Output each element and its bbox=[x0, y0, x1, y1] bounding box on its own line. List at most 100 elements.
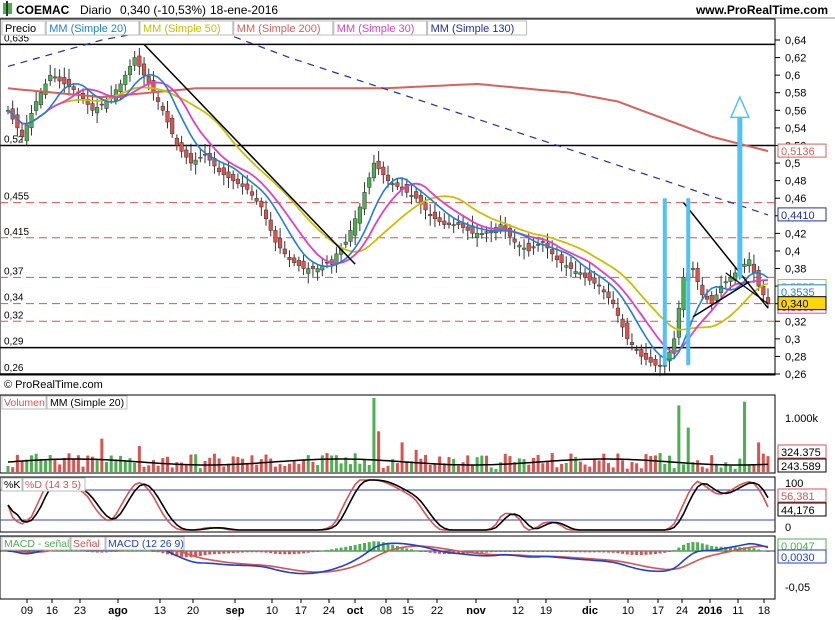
volume-bar bbox=[198, 468, 202, 472]
macd-histogram-bar bbox=[297, 551, 301, 554]
candle-body bbox=[395, 182, 400, 187]
volume-bar bbox=[212, 453, 216, 472]
candle-body bbox=[601, 289, 606, 293]
volume-bar bbox=[241, 458, 245, 472]
macd-histogram-bar bbox=[588, 551, 592, 553]
volume-bar bbox=[222, 466, 226, 472]
macd-histogram-bar bbox=[597, 551, 601, 553]
volume-bar bbox=[592, 458, 596, 472]
volume-bar bbox=[470, 465, 474, 472]
volume-bar bbox=[752, 465, 756, 472]
macd-histogram-bar bbox=[686, 542, 690, 551]
volume-bar bbox=[466, 455, 470, 472]
level-label: 0,34 bbox=[4, 293, 24, 304]
volume-bar bbox=[48, 455, 52, 472]
volume-bar bbox=[621, 460, 625, 472]
price-tick-label: 0,62 bbox=[785, 53, 806, 65]
chart-quote: 0,340 (-10,53%) bbox=[120, 3, 206, 17]
volume-bar bbox=[414, 449, 418, 472]
price-tick-label: 0,5 bbox=[785, 158, 800, 170]
macd-histogram-bar bbox=[606, 551, 610, 553]
candle-body bbox=[747, 259, 752, 267]
volume-bar bbox=[306, 455, 310, 472]
macd-histogram-bar bbox=[499, 551, 503, 552]
level-label: 0,37 bbox=[4, 266, 24, 277]
volume-bar bbox=[546, 462, 550, 472]
candle-body bbox=[259, 200, 264, 208]
volume-bar bbox=[105, 462, 109, 472]
volume-sma-last-label: 243.589 bbox=[781, 461, 821, 473]
candle-body bbox=[681, 277, 686, 311]
volume-bar bbox=[419, 458, 423, 472]
macd-histogram-bar bbox=[320, 550, 324, 552]
volume-bar bbox=[20, 460, 24, 472]
macd-histogram-bar bbox=[569, 551, 573, 553]
macd-histogram-bar bbox=[269, 551, 273, 554]
candle-body bbox=[193, 159, 198, 165]
date-tick-label: 15 bbox=[402, 605, 414, 617]
volume-bar bbox=[147, 465, 151, 472]
macd-histogram-bar bbox=[198, 551, 202, 557]
macd-histogram-bar bbox=[503, 551, 507, 552]
candle-body bbox=[451, 224, 456, 226]
stock-chart[interactable]: COEMAC Diario 0,340 (-10,53%) 18-ene-201… bbox=[0, 0, 835, 620]
volume-bar bbox=[630, 462, 634, 472]
candle-body bbox=[615, 307, 620, 316]
candle-body bbox=[385, 174, 391, 181]
volume-bar bbox=[100, 438, 104, 472]
macd-histogram-bar bbox=[358, 543, 362, 551]
level-label: 0,26 bbox=[4, 363, 24, 374]
volume-bar bbox=[541, 463, 545, 472]
volume-bar bbox=[485, 455, 489, 472]
volume-bar bbox=[569, 453, 573, 472]
candle-body bbox=[99, 103, 104, 106]
macd-histogram-bar bbox=[621, 551, 625, 554]
candle-body bbox=[217, 167, 222, 173]
volume-bar bbox=[29, 455, 33, 472]
volume-bar bbox=[119, 455, 123, 472]
stoch-d-legend-label: %D (14 3 5) bbox=[25, 479, 81, 491]
macd-histogram-bar bbox=[302, 551, 306, 554]
date-tick-label: 24 bbox=[676, 605, 688, 617]
macd-tick-label: -0,05 bbox=[785, 582, 810, 594]
candle-body bbox=[536, 244, 541, 246]
legend-label: MM (Simple 50) bbox=[143, 23, 221, 35]
candle-body bbox=[132, 57, 137, 66]
candle-body bbox=[597, 284, 602, 287]
volume-bar bbox=[555, 467, 559, 472]
candle-body bbox=[127, 66, 133, 75]
volume-bar bbox=[6, 465, 10, 472]
volume-bar bbox=[456, 465, 460, 472]
volume-bar bbox=[339, 463, 343, 472]
macd-histogram-bar bbox=[241, 551, 245, 553]
candle-body bbox=[611, 299, 616, 304]
date-tick-label: 17 bbox=[652, 605, 664, 617]
target-arrow-shaft bbox=[737, 117, 743, 278]
volume-bar bbox=[616, 453, 620, 472]
candle-body bbox=[62, 77, 67, 85]
candle-body bbox=[526, 242, 531, 252]
volume-bar bbox=[161, 458, 165, 472]
macd-histogram-bar bbox=[100, 551, 104, 553]
level-label: 0,29 bbox=[4, 337, 24, 348]
macd-histogram-bar bbox=[409, 549, 413, 551]
candle-body bbox=[156, 97, 161, 102]
candle-body bbox=[273, 230, 278, 243]
price-tick-label: 0,26 bbox=[785, 369, 806, 381]
candle-body bbox=[568, 262, 574, 269]
price-tick-label: 0,32 bbox=[785, 316, 806, 328]
date-tick-label: oct bbox=[347, 605, 364, 617]
price-tick-label: 0,64 bbox=[785, 35, 806, 47]
candle-body bbox=[282, 248, 287, 255]
candle-body bbox=[658, 364, 663, 367]
candle-body bbox=[301, 260, 306, 269]
price-tick-label: 0,3 bbox=[785, 334, 800, 346]
macd-histogram-bar bbox=[578, 551, 582, 553]
macd-histogram-bar bbox=[555, 551, 559, 552]
price-tick-label: 0,4 bbox=[785, 246, 800, 258]
volume-bar bbox=[536, 454, 540, 472]
macd-signal-legend-label: Señal bbox=[73, 538, 100, 550]
macd-histogram-bar bbox=[630, 551, 634, 555]
macd-histogram-bar bbox=[433, 551, 437, 554]
volume-bar bbox=[710, 455, 714, 472]
